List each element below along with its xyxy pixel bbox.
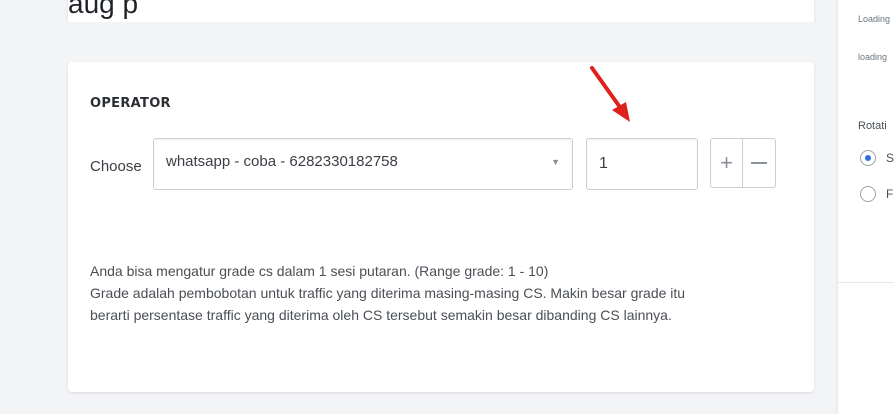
loading-text: loading	[858, 52, 888, 62]
top-fragment: aug p	[0, 0, 894, 22]
operator-select[interactable]: whatsapp - coba - 6282330182758 ▼	[153, 138, 573, 190]
chevron-down-icon: ▼	[551, 157, 560, 167]
rotation-label: Rotati	[858, 120, 887, 132]
previous-card	[68, 0, 814, 22]
help-text: Anda bisa mengatur grade cs dalam 1 sesi…	[90, 260, 790, 326]
help-line: Grade adalah pembobotan untuk traffic ya…	[90, 285, 686, 301]
divider	[838, 282, 894, 283]
grade-input-value: 1	[599, 155, 608, 172]
section-title: OPERATOR	[90, 96, 171, 111]
rotation-option-label: F	[886, 187, 894, 201]
rotation-option-radio[interactable]	[860, 186, 876, 202]
rotation-option-label: S	[886, 151, 894, 165]
help-line: berarti persentase traffic yang diterima…	[90, 307, 672, 323]
choose-label: Choose	[90, 158, 142, 175]
help-line: Anda bisa mengatur grade cs dalam 1 sesi…	[90, 263, 549, 279]
plus-icon: +	[720, 150, 733, 175]
rotation-option-radio[interactable]	[860, 150, 876, 166]
grade-input[interactable]: 1	[586, 138, 698, 190]
annotation-arrow-icon	[590, 66, 630, 122]
operator-select-value: whatsapp - coba - 6282330182758	[166, 153, 398, 170]
operator-card: OPERATOR Choose whatsapp - coba - 628233…	[68, 62, 814, 392]
loading-text: Loading	[858, 14, 891, 24]
add-operator-button[interactable]: +	[710, 138, 743, 188]
top-fragment-text: aug p	[68, 0, 139, 19]
right-panel: Loading loading Rotati S F	[838, 0, 894, 414]
minus-icon	[751, 162, 767, 164]
remove-operator-button[interactable]	[743, 138, 776, 188]
